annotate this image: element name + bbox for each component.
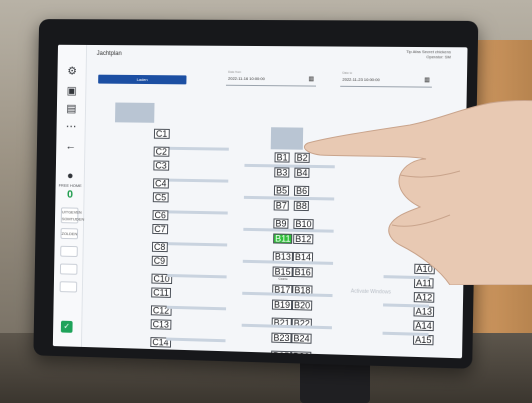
date-from-value: 2022-11-16 10:00:00 xyxy=(228,75,265,82)
stall-b19[interactable]: B19 xyxy=(271,299,293,311)
stall-tag: Gearte xyxy=(278,276,288,281)
more-icon[interactable]: ⋯ xyxy=(64,120,78,134)
grid-button[interactable] xyxy=(59,263,78,275)
tab-laden[interactable]: Laden xyxy=(98,74,187,85)
lane-divider xyxy=(241,355,332,359)
stall-c8[interactable]: C8 xyxy=(151,241,168,252)
stall-c15[interactable]: C15 xyxy=(150,350,171,359)
date-from-field[interactable]: Date from 2022-11-16 10:00:00 ▦ xyxy=(225,69,317,87)
lane-divider xyxy=(383,303,430,308)
lane-divider xyxy=(168,210,228,215)
stall-b23[interactable]: B23 xyxy=(271,332,292,344)
calendar-icon[interactable]: ▦ xyxy=(308,75,314,82)
date-from-label: Date from xyxy=(228,69,242,74)
stall-c4[interactable]: C4 xyxy=(153,177,169,189)
stall-b25[interactable]: B25 xyxy=(271,350,292,359)
stall-c1[interactable]: C1 xyxy=(153,128,170,139)
stall-b3[interactable]: B3 xyxy=(274,167,290,178)
stall-c5[interactable]: C5 xyxy=(152,192,169,203)
side-rail: ⚙ ▣ ▤ ⋯ ← ● FREE HOME 0 UITGEVEN SOMTIJD… xyxy=(52,44,88,347)
lane-divider xyxy=(167,242,228,247)
confirm-check-icon[interactable]: ✓ xyxy=(60,320,73,333)
middle-column-header xyxy=(270,127,304,150)
stall-c6[interactable]: C6 xyxy=(152,209,168,220)
stall-b1[interactable]: B1 xyxy=(274,152,290,163)
document-icon[interactable]: ▤ xyxy=(65,102,79,116)
stall-c7[interactable]: C7 xyxy=(152,223,168,235)
lane-divider xyxy=(382,331,429,337)
stall-b7[interactable]: B7 xyxy=(273,200,289,211)
lane-divider xyxy=(167,273,227,279)
calendar-icon[interactable]: ▦ xyxy=(424,76,430,83)
stall-b20[interactable]: B20 xyxy=(291,300,313,311)
stall-c3[interactable]: C3 xyxy=(153,160,169,171)
zolden-button[interactable]: ZOLDEN xyxy=(60,228,79,240)
schedule-button[interactable]: UITGEVEN SOMTIJDEN xyxy=(60,207,84,224)
lane-divider xyxy=(168,178,229,183)
stall-b24[interactable]: B24 xyxy=(291,333,312,344)
stall-c9[interactable]: C9 xyxy=(151,255,168,267)
stall-c2[interactable]: C2 xyxy=(153,146,170,157)
stall-b11[interactable]: B11 xyxy=(273,233,293,244)
settings-icon[interactable]: ⚙ xyxy=(65,65,79,79)
header-line-2: Operator: SM xyxy=(426,54,451,60)
header-info: Tip Afas Secret chickens Operator: SM xyxy=(406,49,451,59)
lane-divider xyxy=(169,146,229,151)
stall-a14[interactable]: A14 xyxy=(413,320,434,332)
stall-a13[interactable]: A13 xyxy=(413,306,435,317)
activation-watermark: Activate Windows xyxy=(350,288,391,296)
card-button[interactable] xyxy=(59,281,78,293)
stall-c13[interactable]: C13 xyxy=(150,319,171,330)
stall-b26[interactable]: B26 xyxy=(291,351,312,359)
option-button[interactable] xyxy=(60,245,78,258)
date-to-value: 2022-11-23 10:00:00 xyxy=(342,76,380,83)
lane-divider xyxy=(242,291,333,298)
stall-b5[interactable]: B5 xyxy=(273,185,290,196)
info-icon: ● xyxy=(66,170,74,182)
lane-divider xyxy=(166,337,226,343)
free-label: FREE HOME xyxy=(58,182,82,189)
stall-c11[interactable]: C11 xyxy=(151,287,171,298)
lane-divider xyxy=(241,323,332,330)
save-icon[interactable]: ▣ xyxy=(65,84,79,98)
date-to-field[interactable]: Date to 2022-11-23 10:00:00 ▦ xyxy=(340,70,433,88)
stall-b9[interactable]: B9 xyxy=(273,218,289,229)
stall-a12[interactable]: A12 xyxy=(413,292,435,303)
lane-divider xyxy=(166,305,227,311)
back-arrow-icon[interactable]: ← xyxy=(64,139,78,153)
stall-a15[interactable]: A15 xyxy=(412,334,434,346)
page-title: Jachtplan xyxy=(96,50,122,58)
free-count: 0 xyxy=(66,188,74,201)
stall-b15[interactable]: B15 xyxy=(272,266,293,277)
pointing-hand xyxy=(304,100,532,285)
date-to-label: Date to xyxy=(342,70,353,75)
left-column-header xyxy=(115,102,155,123)
